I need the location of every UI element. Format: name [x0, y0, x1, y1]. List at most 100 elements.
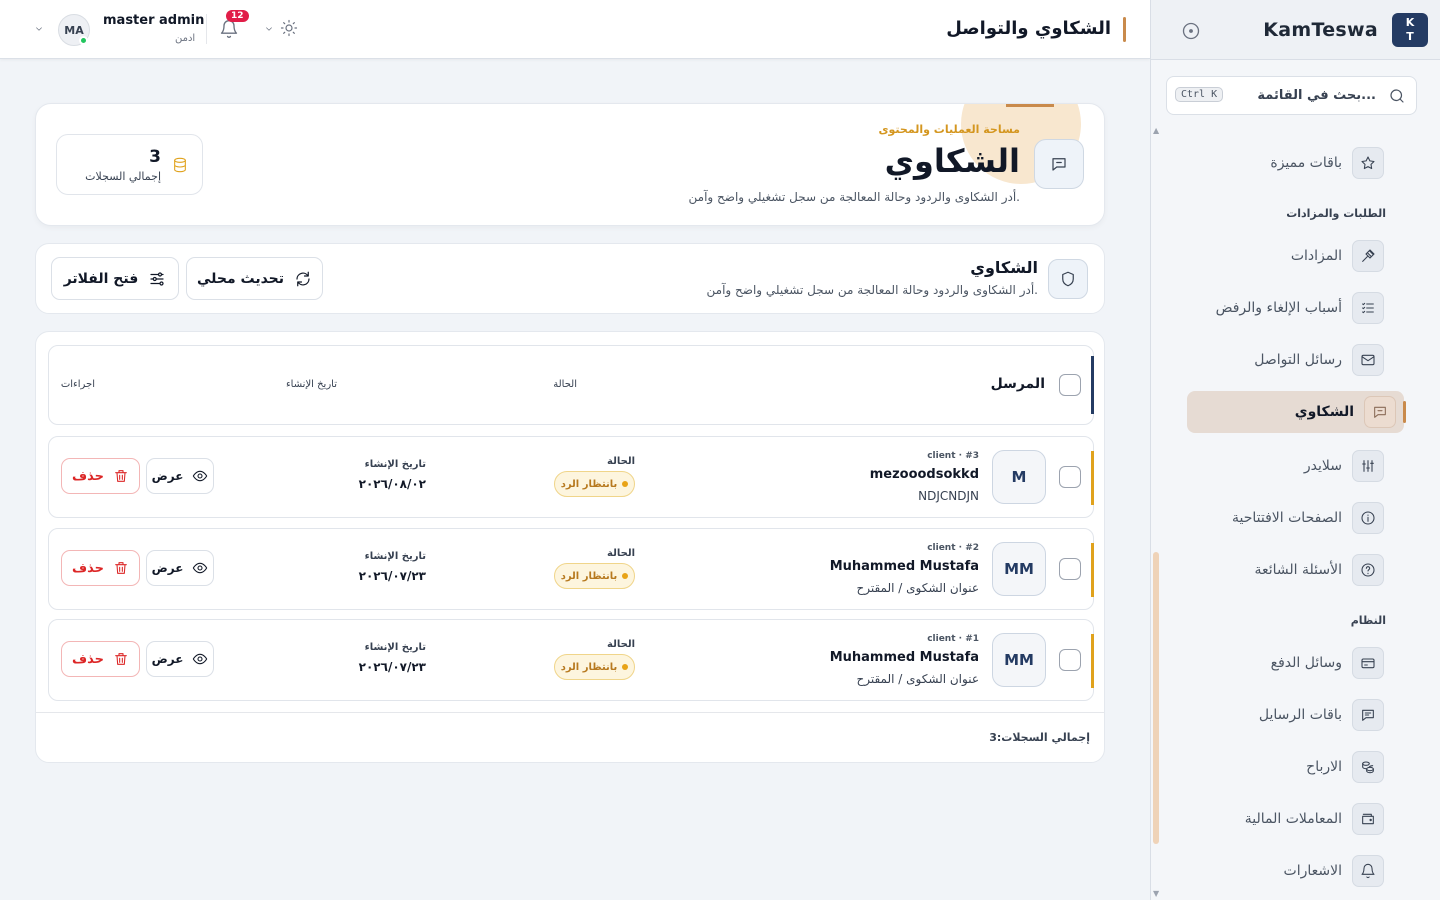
- sidebar-item-label: الاشعارات: [1283, 863, 1342, 879]
- delete-button-label: حذف: [72, 651, 104, 667]
- status-dot: [622, 481, 629, 487]
- page-title: الشكاوي والتواصل: [946, 18, 1111, 39]
- header-created-date[interactable]: تاريخ الإنشاء: [286, 379, 337, 390]
- hero-title: الشكاوي: [884, 142, 1020, 180]
- trash-icon: [113, 468, 129, 484]
- status-text: بانتظار الرد: [560, 661, 618, 673]
- hero-kicker: مساحة العمليات والمحتوى: [878, 123, 1020, 136]
- sender-name: mezooodsokkd: [869, 467, 979, 482]
- mail-icon: [1352, 344, 1384, 376]
- date-value: ٢٠٢٦/٠٧/٢٣: [358, 660, 426, 674]
- header-status[interactable]: الحالة: [553, 379, 577, 390]
- delete-button[interactable]: حذف: [61, 458, 140, 494]
- section-toolbar: الشكاوي أدر الشكاوى والردود وحالة المعال…: [35, 243, 1105, 314]
- sidebar-item-label: وسائل الدفع: [1270, 655, 1342, 671]
- sidebar-item-label: الارباح: [1306, 759, 1342, 775]
- sun-icon[interactable]: [280, 19, 298, 37]
- row-checkbox[interactable]: [1059, 558, 1081, 580]
- refresh-button-label: تحديث محلي: [196, 270, 285, 287]
- scroll-down-arrow-icon[interactable]: ▼: [1153, 889, 1159, 898]
- hero-accent-line: [1006, 104, 1054, 107]
- date-value: ٢٠٢٦/٠٧/٢٣: [358, 569, 426, 583]
- sidebar-item-transactions[interactable]: المعاملات المالية: [1180, 798, 1392, 840]
- sidebar-item-cancel-reasons[interactable]: أسباب الإلغاء والرفض: [1180, 287, 1392, 329]
- sidebar-search-input[interactable]: Ctrl K بحث في القائمة...: [1166, 76, 1417, 115]
- hero-description: أدر الشكاوى والردود وحالة المعالجة من سج…: [688, 190, 1021, 204]
- shield-icon: [1048, 259, 1088, 299]
- chevron-down-icon[interactable]: [264, 24, 274, 34]
- row-checkbox[interactable]: [1059, 466, 1081, 488]
- divider: [206, 14, 207, 44]
- date-label: تاريخ الإنشاء: [364, 642, 426, 653]
- row-meta: client · #1: [927, 634, 979, 644]
- header-sender[interactable]: المرسل: [991, 376, 1045, 392]
- sidebar-item-featured-packages[interactable]: باقات مميزة: [1180, 142, 1392, 184]
- section-description: أدر الشكاوى والردود وحالة المعالجة من سج…: [706, 283, 1039, 297]
- delete-button-label: حذف: [72, 560, 104, 576]
- header-actions: اجراءات: [60, 379, 95, 390]
- status-label: الحالة: [607, 639, 635, 650]
- sidebar-item-label: سلايدر: [1303, 458, 1342, 474]
- bell-icon: [1352, 855, 1384, 887]
- top-bar: الشكاوي والتواصل 12 master admin ادمن MA: [0, 0, 1150, 59]
- sidebar-item-complaints[interactable]: الشكاوي: [1187, 391, 1406, 433]
- coins-icon: [1352, 751, 1384, 783]
- sidebar-item-notifications[interactable]: الاشعارات: [1180, 850, 1392, 892]
- sidebar-item-label: الصفحات الافتتاحية: [1232, 510, 1342, 526]
- refresh-button[interactable]: تحديث محلي: [186, 257, 323, 300]
- sidebar-item-message-packages[interactable]: باقات الرسايل: [1180, 694, 1392, 736]
- complaint-subtitle: عنوان الشكوى / المقترح: [856, 672, 979, 686]
- sidebar-item-auctions[interactable]: المزادات: [1180, 235, 1392, 277]
- sidebar-item-label: الشكاوي: [1294, 404, 1354, 420]
- database-icon: [172, 156, 188, 174]
- star-icon: [1352, 147, 1384, 179]
- view-button[interactable]: عرض: [146, 550, 214, 586]
- notifications-bell-icon[interactable]: [219, 19, 239, 39]
- delete-button[interactable]: حذف: [61, 641, 140, 677]
- wallet-icon: [1352, 803, 1384, 835]
- status-badge: بانتظار الرد: [554, 563, 635, 589]
- view-button-label: عرض: [151, 652, 184, 666]
- row-checkbox[interactable]: [1059, 649, 1081, 671]
- sidebar-item-faq[interactable]: الأسئلة الشائعة: [1180, 549, 1392, 591]
- scroll-up-arrow-icon[interactable]: ▲: [1153, 126, 1159, 135]
- complaint-subtitle: NDJCNDJN: [918, 489, 979, 503]
- row-meta: client · #2: [927, 543, 979, 553]
- search-placeholder: بحث في القائمة...: [1257, 88, 1376, 103]
- brand-logo: K T: [1392, 12, 1428, 47]
- table-row[interactable]: MM client · #1 Muhammed Mustafa عنوان ال…: [48, 619, 1094, 701]
- open-filters-button[interactable]: فتح الفلاتر: [51, 257, 179, 300]
- sidebar-item-label: أسباب الإلغاء والرفض: [1215, 300, 1342, 316]
- message-icon: [1352, 699, 1384, 731]
- user-menu-chevron-icon[interactable]: [34, 24, 44, 34]
- sidebar-group-orders: الطلبات والمزادات: [1286, 207, 1386, 220]
- delete-button[interactable]: حذف: [61, 550, 140, 586]
- row-meta: client · #3: [927, 451, 979, 461]
- trash-icon: [113, 560, 129, 576]
- sidebar-item-slider[interactable]: سلايدر: [1180, 445, 1392, 487]
- status-label: الحالة: [607, 548, 635, 559]
- view-button[interactable]: عرض: [146, 641, 214, 677]
- complaint-subtitle: عنوان الشكوى / المقترح: [856, 581, 979, 595]
- chat-icon: [1034, 139, 1084, 189]
- sidebar-group-system: النظام: [1350, 614, 1386, 627]
- sidebar-collapse-icon[interactable]: [1181, 21, 1201, 41]
- logo-letter-top: K: [1405, 15, 1415, 29]
- table-row[interactable]: MM client · #2 Muhammed Mustafa عنوان ال…: [48, 528, 1094, 610]
- sidebar-item-profits[interactable]: الارباح: [1180, 746, 1392, 788]
- title-accent-bar: [1123, 17, 1126, 42]
- table-header: المرسل الحالة تاريخ الإنشاء اجراءات: [48, 345, 1094, 425]
- table-row[interactable]: M client · #3 mezooodsokkd NDJCNDJN الحا…: [48, 436, 1094, 518]
- user-name[interactable]: master admin: [103, 13, 204, 28]
- sidebar-item-contact-messages[interactable]: رسائل التواصل: [1180, 339, 1392, 381]
- credit-card-icon: [1352, 647, 1384, 679]
- brand-name: KamTeswa: [1263, 18, 1378, 41]
- view-button[interactable]: عرض: [146, 458, 214, 494]
- filters-button-label: فتح الفلاتر: [63, 270, 139, 287]
- total-records-footer: إجمالي السجلات:3: [989, 731, 1090, 744]
- sender-name: Muhammed Mustafa: [829, 559, 979, 574]
- sidebar-item-payment-methods[interactable]: وسائل الدفع: [1180, 642, 1392, 684]
- select-all-checkbox[interactable]: [1059, 374, 1081, 396]
- sidebar-item-landing-pages[interactable]: الصفحات الافتتاحية: [1180, 497, 1392, 539]
- sidebar-scrollbar[interactable]: [1153, 552, 1159, 844]
